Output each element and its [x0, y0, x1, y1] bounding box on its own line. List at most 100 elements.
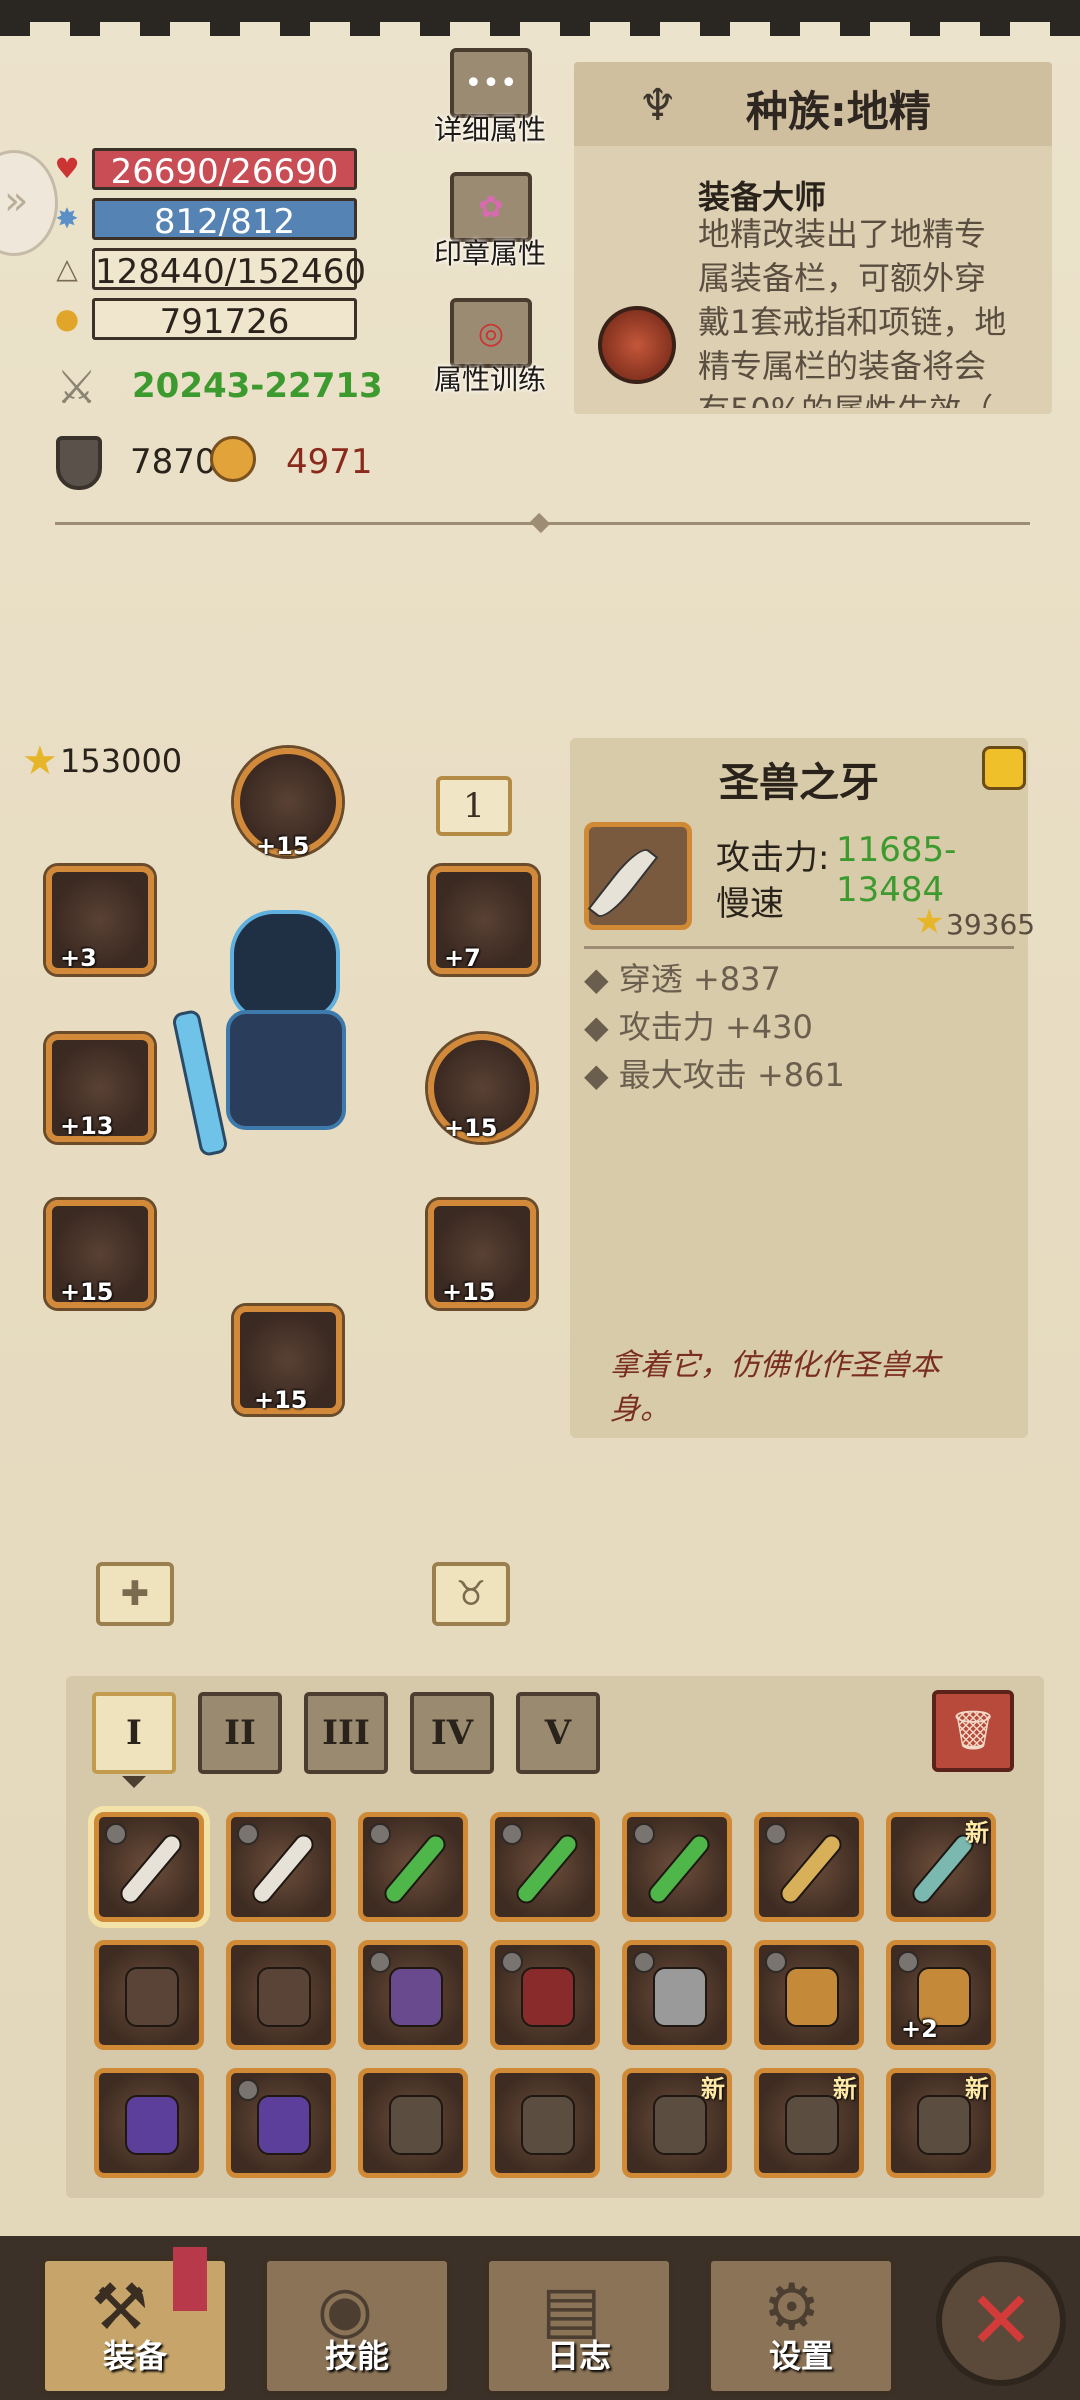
slot-plus: +15 — [442, 1278, 496, 1306]
heart-icon: ♥ — [54, 152, 80, 185]
slot-plus: +13 — [60, 1112, 114, 1140]
unknown-gear-icon — [389, 2095, 443, 2155]
diamond-bullet-icon: ◆ — [584, 1008, 619, 1046]
new-badge: 新 — [965, 2075, 989, 2103]
hero-body — [226, 1010, 346, 1130]
tab-5[interactable]: V — [516, 1692, 600, 1774]
bonus-text: 最大攻击 +861 — [618, 1056, 845, 1094]
mp-bar: 812/812 — [92, 198, 357, 242]
slot-shoulder[interactable]: +7 — [430, 866, 538, 974]
unknown-gear-icon — [785, 2095, 839, 2155]
set-number-badge[interactable]: 1 — [436, 776, 512, 836]
item-plus: +2 — [901, 2015, 938, 2043]
hero-character — [171, 900, 386, 1170]
inventory-slot[interactable]: 新 — [886, 1812, 996, 1922]
item-flavor-text: 拿着它，仿佛化作圣兽本身。 — [610, 1348, 940, 1427]
inventory-slot[interactable] — [622, 1940, 732, 2050]
inventory-slot[interactable]: 新 — [886, 2068, 996, 2178]
skill-description: 地精改装出了地精专属装备栏，可额外穿戴1套戒指和项链，地精专属栏的装备将会有50… — [698, 215, 1007, 408]
inventory-slot[interactable] — [226, 1940, 336, 2050]
lock-icon — [765, 1823, 787, 1845]
lock-icon — [501, 1951, 523, 1973]
seal-attributes-label: 印章属性 — [433, 237, 546, 270]
mana-icon: ✸ — [55, 202, 79, 235]
slot-helmet[interactable]: +15 — [234, 748, 342, 860]
inventory-slot[interactable] — [226, 2068, 336, 2178]
tab-3[interactable]: III — [304, 1692, 388, 1774]
diamond-bullet-icon: ◆ — [584, 960, 619, 998]
slot-boots[interactable]: +15 — [234, 1306, 342, 1414]
lock-icon — [633, 1823, 655, 1845]
green-blade-icon — [380, 1830, 450, 1908]
nav-equip-label: 装备 — [102, 2337, 167, 2375]
new-badge: 新 — [965, 1819, 989, 1847]
lock-icon — [501, 1823, 523, 1845]
slot-ring[interactable]: +3 — [46, 866, 154, 974]
cross-icon: ✚ — [120, 1574, 150, 1614]
nav-log[interactable]: ▤ 日志 — [484, 2256, 674, 2396]
new-badge: 新 — [833, 2075, 857, 2103]
hero-helmet — [230, 910, 340, 1020]
slot-plus: +15 — [444, 1114, 498, 1142]
tab-2[interactable]: II — [198, 1692, 282, 1774]
tab-1[interactable]: I — [92, 1692, 176, 1774]
inventory-slot[interactable]: 新 — [622, 2068, 732, 2178]
detail-attributes-label: 详细属性 — [433, 113, 546, 146]
inventory-slot[interactable] — [490, 2068, 600, 2178]
slot-armor[interactable]: +15 — [428, 1034, 536, 1142]
dagger-icon — [776, 1830, 846, 1908]
bonus-text: 攻击力 +430 — [618, 1008, 813, 1046]
diamond-bullet-icon: ◆ — [584, 1056, 619, 1094]
slot-plus: +3 — [60, 944, 97, 972]
inventory-slot[interactable] — [358, 1812, 468, 1922]
inventory-slot[interactable] — [226, 1812, 336, 1922]
trash-icon: 🗑 — [948, 1708, 998, 1752]
slot-gloves[interactable]: +15 — [46, 1200, 154, 1308]
defense-value: 7870 — [130, 442, 217, 482]
inventory-slot[interactable]: 新 — [754, 2068, 864, 2178]
purple-helm-icon — [389, 1967, 443, 2027]
attribute-training-label: 属性训练 — [433, 363, 546, 396]
slot-plus: +7 — [444, 944, 481, 972]
slot-weapon[interactable]: +13 — [46, 1034, 154, 1142]
purple-armor-icon — [125, 2095, 179, 2155]
bonus-row: ◆ 穿透 +837 — [584, 954, 781, 1000]
nav-equip[interactable]: ⚒ 装备 — [40, 2247, 230, 2396]
close-button[interactable]: ✕ — [936, 2256, 1066, 2386]
inventory-slot[interactable] — [490, 1812, 600, 1922]
knight-helm-icon — [653, 1967, 707, 2027]
slot-plus: +15 — [254, 1386, 308, 1414]
hp-bar: 26690/26690 — [92, 148, 357, 192]
pet-button[interactable]: ♉ — [432, 1562, 510, 1626]
new-badge: 新 — [701, 2075, 725, 2103]
trash-button[interactable]: 🗑 — [932, 1690, 1014, 1772]
nav-skills[interactable]: ◉ 技能 — [262, 2256, 452, 2396]
inventory-slot[interactable] — [94, 2068, 204, 2178]
item-score: 39365 — [946, 908, 1036, 941]
inventory-slot[interactable] — [358, 2068, 468, 2178]
beast-armor-icon — [257, 1967, 311, 2027]
nav-settings[interactable]: ⚙ 设置 — [706, 2256, 896, 2396]
inventory-slot[interactable] — [754, 1812, 864, 1922]
inventory-slot[interactable] — [94, 1940, 204, 2050]
top-torn-edge — [0, 0, 1080, 36]
hood-icon — [521, 1967, 575, 2027]
lock-icon — [105, 1823, 127, 1845]
inventory-slot[interactable] — [94, 1812, 204, 1922]
inventory-slot[interactable]: +2 — [886, 1940, 996, 2050]
green-blade-icon — [644, 1830, 714, 1908]
heal-cross-button[interactable]: ✚ — [96, 1562, 174, 1626]
lock-icon[interactable] — [982, 746, 1026, 790]
inventory-slot[interactable] — [358, 1940, 468, 2050]
slot-pants[interactable]: +15 — [428, 1200, 536, 1308]
inventory-slot[interactable] — [490, 1940, 600, 2050]
nav-log-label: 日志 — [546, 2337, 611, 2375]
beast-armor-icon — [125, 1967, 179, 2027]
attack-speed: 慢速 — [716, 884, 784, 924]
item-name: 圣兽之牙 — [719, 760, 879, 806]
inventory-slot[interactable] — [622, 1812, 732, 1922]
inventory-slot[interactable] — [754, 1940, 864, 2050]
gear-score: 153000 — [60, 742, 183, 780]
item-detail-panel: 圣兽之牙 攻击力: 11685-13484 慢速 ★ 39365 ◆ 穿透 +8… — [570, 738, 1035, 1438]
tab-4[interactable]: IV — [410, 1692, 494, 1774]
